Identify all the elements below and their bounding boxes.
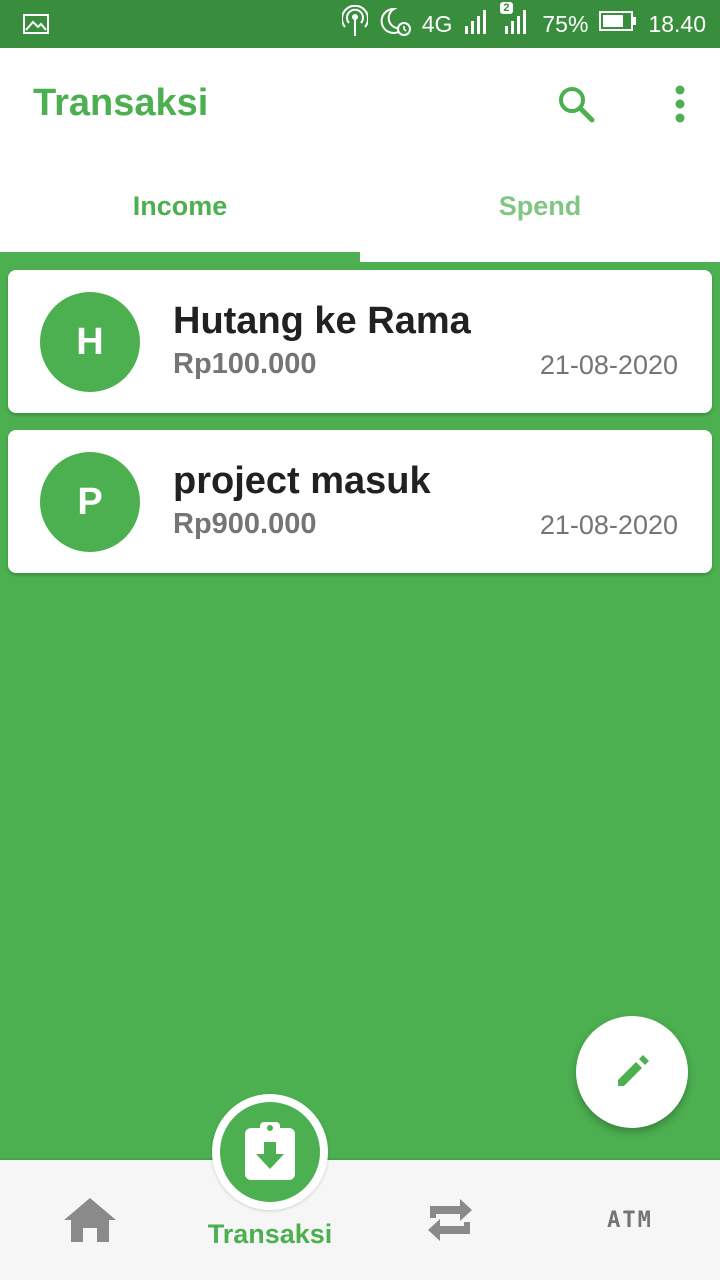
nav-atm[interactable]: ATM [580, 1160, 680, 1280]
transaction-amount: Rp100.000 [173, 348, 317, 380]
battery-percent: 75% [542, 10, 589, 37]
nav-home[interactable] [40, 1160, 140, 1280]
search-button[interactable] [552, 78, 600, 130]
nav-transaksi-circle [220, 1102, 320, 1202]
app-bar: Transaksi [0, 48, 720, 160]
night-alarm-icon [378, 5, 412, 43]
page-title: Transaksi [33, 82, 209, 124]
transaction-date: 21-08-2020 [539, 350, 678, 380]
tab-income[interactable]: Income [0, 160, 360, 252]
transaction-list: H Hutang ke Rama Rp100.000 21-08-2020 P … [8, 270, 712, 590]
sim2-badge: 2 [500, 2, 513, 14]
swap-icon [428, 1199, 472, 1241]
transaction-date: 21-08-2020 [539, 510, 678, 540]
hotspot-icon [340, 4, 369, 43]
edit-fab-button[interactable] [576, 1016, 688, 1128]
search-icon [559, 87, 595, 123]
gallery-notification-icon [22, 12, 50, 41]
clock: 18.40 [648, 10, 706, 37]
avatar: H [40, 292, 140, 392]
more-vert-icon [675, 85, 685, 123]
nav-transaksi-button[interactable] [212, 1094, 328, 1210]
atm-icon: ATM [607, 1207, 653, 1233]
transaction-title: Hutang ke Rama [173, 300, 471, 342]
pencil-icon [618, 1055, 649, 1086]
nav-transaksi-label[interactable]: Transaksi [190, 1219, 350, 1250]
signal-sim2-icon: 2 [500, 2, 532, 42]
network-type: 4G [421, 10, 453, 37]
tab-bar: Income Spend [0, 160, 720, 262]
transaction-card[interactable]: H Hutang ke Rama Rp100.000 21-08-2020 [8, 270, 712, 413]
home-icon [64, 1198, 116, 1242]
clipboard-download-icon [245, 1122, 295, 1180]
bottom-navigation: ATM [0, 1160, 720, 1280]
tab-indicator [0, 252, 360, 262]
transaction-title: project masuk [173, 460, 431, 502]
more-options-button[interactable] [656, 78, 704, 130]
status-bar: 4G 2 75% 18.40 [0, 0, 720, 48]
avatar: P [40, 452, 140, 552]
nav-transfer[interactable] [400, 1160, 500, 1280]
battery-icon [598, 9, 638, 39]
signal-sim1-icon [462, 6, 492, 42]
transaction-amount: Rp900.000 [173, 508, 317, 540]
tab-spend[interactable]: Spend [360, 160, 720, 252]
transaction-card[interactable]: P project masuk Rp900.000 21-08-2020 [8, 430, 712, 573]
